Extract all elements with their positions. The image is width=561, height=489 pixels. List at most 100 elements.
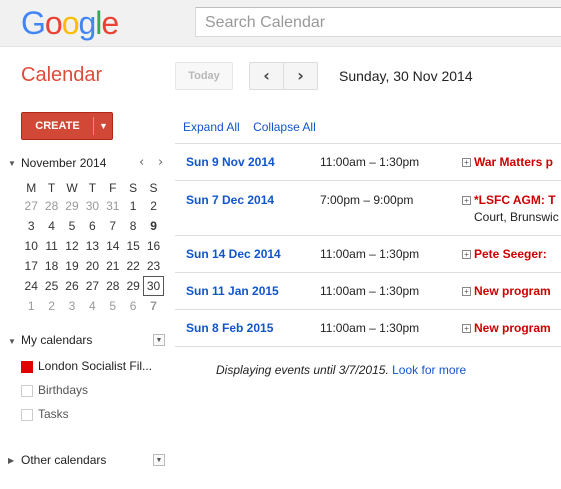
day-cell[interactable]: 28 — [41, 196, 61, 216]
calendar-item-birthdays[interactable]: Birthdays — [21, 383, 171, 399]
other-calendars-section[interactable]: ▶ Other calendars ▼ — [8, 453, 168, 471]
expand-triangle-icon[interactable]: ▶ — [8, 456, 14, 465]
event-title-wrap[interactable]: + Pete Seeger: — [462, 247, 547, 261]
agenda-row[interactable]: Sun 8 Feb 2015 11:00am – 1:30pm + New pro… — [175, 310, 561, 347]
search-input[interactable]: Search Calendar — [195, 7, 561, 37]
day-cell[interactable]: 29 — [62, 196, 82, 216]
calendar-color-checkbox[interactable] — [21, 361, 33, 373]
day-cell[interactable]: 22 — [123, 256, 143, 276]
day-cell[interactable]: 18 — [41, 256, 61, 276]
calendar-checkbox[interactable] — [21, 409, 33, 421]
day-cell[interactable]: 1 — [21, 296, 41, 316]
create-button[interactable]: CREATE ▼ — [21, 112, 113, 140]
event-title[interactable]: *LSFC AGM: T — [474, 193, 556, 207]
event-date[interactable]: Sun 11 Jan 2015 — [186, 284, 279, 298]
today-button[interactable]: Today — [175, 62, 233, 90]
day-cell[interactable]: 7 — [103, 216, 123, 236]
day-cell[interactable]: 19 — [62, 256, 82, 276]
expand-event-icon[interactable]: + — [462, 324, 471, 333]
day-cell[interactable]: 25 — [41, 276, 61, 296]
dropdown-arrow-icon[interactable]: ▼ — [94, 113, 113, 139]
day-cell[interactable]: 6 — [123, 296, 143, 316]
day-cell[interactable]: 7 — [143, 296, 163, 316]
day-cell[interactable]: 3 — [21, 216, 41, 236]
current-date: Sunday, 30 Nov 2014 — [339, 68, 473, 84]
mini-prev-month-icon[interactable]: ‹ — [139, 155, 144, 170]
day-cell[interactable]: 14 — [103, 236, 123, 256]
selected-day-cell[interactable]: 30 — [143, 276, 164, 296]
event-title-wrap[interactable]: + New program — [462, 284, 551, 298]
day-cell[interactable]: 2 — [143, 196, 163, 216]
day-cell[interactable]: 15 — [123, 236, 143, 256]
day-cell[interactable]: 2 — [41, 296, 61, 316]
day-cell[interactable]: 8 — [123, 216, 143, 236]
day-cell[interactable]: 29 — [123, 276, 143, 296]
mini-calendar-title: November 2014 — [21, 156, 107, 170]
calendar-item-label: Tasks — [38, 407, 69, 421]
event-title[interactable]: Pete Seeger: — [474, 247, 547, 261]
collapse-triangle-icon[interactable]: ▼ — [8, 337, 16, 346]
event-time: 11:00am – 1:30pm — [320, 284, 420, 298]
other-calendars-menu-icon[interactable]: ▼ — [153, 454, 165, 466]
event-date[interactable]: Sun 9 Nov 2014 — [186, 155, 275, 169]
expand-event-icon[interactable]: + — [462, 287, 471, 296]
day-cell[interactable]: 21 — [103, 256, 123, 276]
day-cell[interactable]: 24 — [21, 276, 41, 296]
event-date[interactable]: Sun 8 Feb 2015 — [186, 321, 273, 335]
collapse-triangle-icon[interactable]: ▼ — [8, 159, 16, 168]
my-calendars-section[interactable]: ▼ My calendars ▼ — [8, 333, 168, 351]
day-cell[interactable]: 27 — [21, 196, 41, 216]
day-cell[interactable]: 12 — [62, 236, 82, 256]
collapse-all-link[interactable]: Collapse All — [253, 120, 316, 134]
event-date[interactable]: Sun 7 Dec 2014 — [186, 193, 274, 207]
logo-letter: G — [21, 5, 46, 41]
event-title[interactable]: War Matters p — [474, 155, 553, 169]
event-title-wrap[interactable]: + War Matters p — [462, 155, 553, 169]
day-cell[interactable]: 28 — [103, 276, 123, 296]
day-cell[interactable]: 4 — [82, 296, 102, 316]
prev-button[interactable]: ‹ — [249, 62, 284, 90]
expand-event-icon[interactable]: + — [462, 158, 471, 167]
day-cell[interactable]: 13 — [82, 236, 102, 256]
day-cell[interactable]: 10 — [21, 236, 41, 256]
calendar-item-tasks[interactable]: Tasks — [21, 407, 171, 423]
agenda-row[interactable]: Sun 14 Dec 2014 11:00am – 1:30pm + Pete S… — [175, 236, 561, 273]
event-title-wrap[interactable]: + *LSFC AGM: T — [462, 193, 556, 207]
expand-all-link[interactable]: Expand All — [183, 120, 240, 134]
dow-label: M — [26, 181, 37, 195]
expand-event-icon[interactable]: + — [462, 250, 471, 259]
day-cell[interactable]: 1 — [123, 196, 143, 216]
look-for-more-link[interactable]: Look for more — [392, 363, 466, 377]
day-cell[interactable]: 23 — [143, 256, 163, 276]
dow-label: S — [129, 181, 138, 195]
day-cell[interactable]: 16 — [143, 236, 163, 256]
create-label: CREATE — [35, 120, 80, 132]
calendar-item-london-socialist[interactable]: London Socialist Fil... — [21, 359, 171, 375]
mini-next-month-icon[interactable]: › — [158, 155, 163, 170]
day-cell[interactable]: 27 — [82, 276, 102, 296]
agenda-row[interactable]: Sun 7 Dec 2014 7:00pm – 9:00pm + *LSFC AG… — [175, 181, 561, 236]
day-cell[interactable]: 5 — [62, 216, 82, 236]
day-cell[interactable]: 26 — [62, 276, 82, 296]
google-logo[interactable]: Google — [21, 5, 119, 41]
day-cell[interactable]: 11 — [41, 236, 61, 256]
event-title[interactable]: New program — [474, 321, 551, 335]
my-calendars-menu-icon[interactable]: ▼ — [153, 334, 165, 346]
agenda-row[interactable]: Sun 11 Jan 2015 11:00am – 1:30pm + New pr… — [175, 273, 561, 310]
agenda-row[interactable]: Sun 9 Nov 2014 11:00am – 1:30pm + War Mat… — [175, 144, 561, 181]
day-cell[interactable]: 9 — [143, 216, 163, 236]
calendar-checkbox[interactable] — [21, 385, 33, 397]
expand-event-icon[interactable]: + — [462, 196, 471, 205]
day-cell[interactable]: 17 — [21, 256, 41, 276]
event-date[interactable]: Sun 14 Dec 2014 — [186, 247, 281, 261]
day-cell[interactable]: 31 — [103, 196, 123, 216]
day-cell[interactable]: 30 — [82, 196, 102, 216]
day-cell[interactable]: 5 — [103, 296, 123, 316]
day-cell[interactable]: 4 — [41, 216, 61, 236]
event-title-wrap[interactable]: + New program — [462, 321, 551, 335]
day-cell[interactable]: 20 — [82, 256, 102, 276]
day-cell[interactable]: 6 — [82, 216, 102, 236]
day-cell[interactable]: 3 — [62, 296, 82, 316]
next-button[interactable]: › — [283, 62, 318, 90]
event-title[interactable]: New program — [474, 284, 551, 298]
